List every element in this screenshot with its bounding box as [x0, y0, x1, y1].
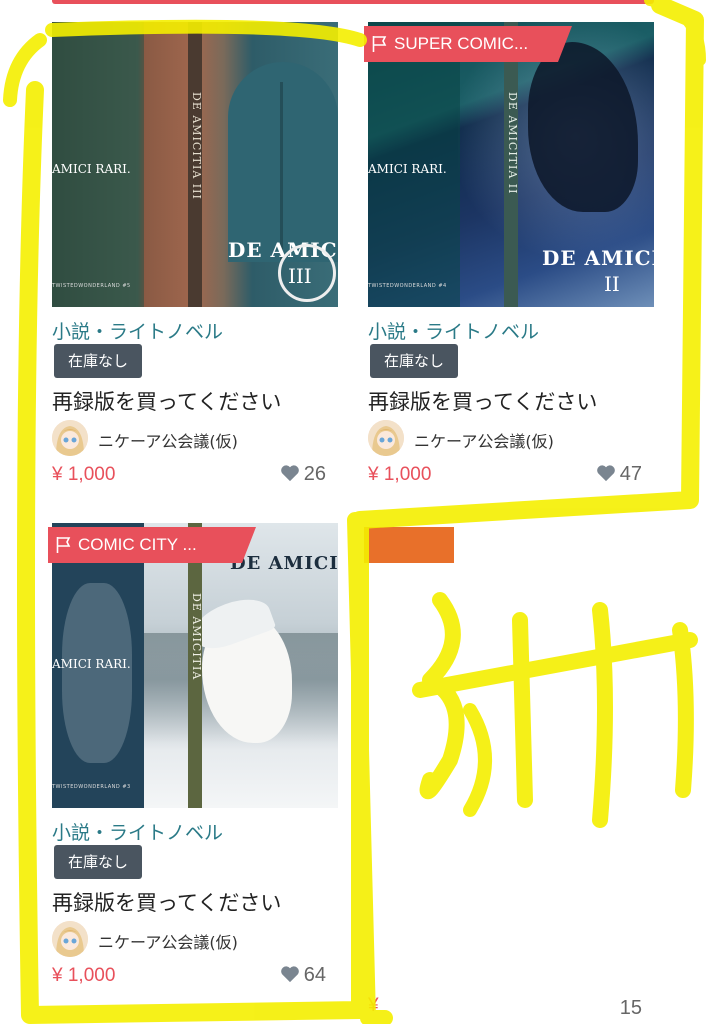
heart-icon [596, 465, 615, 482]
cover-spine-text: DE AMICITIA [190, 593, 203, 681]
heart-icon [280, 465, 299, 482]
avatar [52, 420, 88, 456]
product-thumbnail[interactable] [368, 523, 654, 808]
event-tag-label: SUPER COMIC... [394, 34, 529, 53]
seller-name: ニケーア公会議(仮) [414, 432, 554, 451]
like-count[interactable]: 15 [620, 997, 642, 1020]
product-card[interactable]: DE AMICITIA III AMICI RARI. TWISTEDWONDE… [52, 22, 338, 492]
like-count-value: 47 [619, 463, 642, 485]
cover-volume: II [604, 272, 620, 296]
event-tag-label: COMIC CITY ... [78, 535, 197, 554]
category-link[interactable]: 小説・ライトノベル [368, 317, 539, 344]
product-card[interactable]: ¥ 15 [364, 523, 654, 1023]
price: ¥ [368, 995, 379, 1016]
previous-row-edge [52, 0, 654, 4]
like-count[interactable]: 26 [280, 463, 326, 486]
product-name[interactable]: 再録版を買ってください [52, 386, 281, 416]
seller-info[interactable]: ニケーア公会議(仮) [52, 420, 338, 456]
price: ¥ 1,000 [52, 464, 116, 485]
like-count-value: 64 [303, 964, 326, 986]
cover-subtitle: AMICI RARI. [52, 162, 131, 176]
cover-subtitle: AMICI RARI. [52, 657, 131, 671]
seller-info[interactable]: ニケーア公会議(仮) [52, 921, 338, 957]
stock-badge: 在庫なし [370, 344, 459, 378]
price: ¥ 1,000 [52, 965, 116, 986]
event-tag: COMIC CITY ... [48, 527, 256, 563]
price: ¥ 1,000 [368, 464, 432, 485]
cover-spine-text: DE AMICITIA III [190, 92, 203, 200]
cover-series: TWISTEDWONDERLAND #4 [368, 283, 447, 289]
avatar [368, 420, 404, 456]
like-count[interactable]: 47 [596, 463, 642, 486]
product-card[interactable]: DE AMICITIA AMICI RARI. TWISTEDWONDERLAN… [52, 523, 338, 993]
product-name[interactable]: 再録版を買ってください [368, 386, 597, 416]
cover-subtitle: AMICI RARI. [368, 162, 447, 176]
like-count-value: 15 [619, 997, 642, 1019]
stock-badge: 在庫なし [54, 344, 143, 378]
event-tag: SUPER COMIC... [364, 26, 572, 62]
product-card[interactable]: DE AMICITIA II AMICI RARI. TWISTEDWONDER… [368, 22, 654, 492]
cover-series: TWISTEDWONDERLAND #5 [52, 283, 131, 289]
cover-series: TWISTEDWONDERLAND #3 [52, 784, 131, 790]
flag-icon [372, 35, 387, 53]
seller-name: ニケーア公会議(仮) [98, 933, 238, 952]
stock-badge: 在庫なし [54, 845, 143, 879]
flag-icon [56, 536, 71, 554]
like-count-value: 26 [303, 463, 326, 485]
cover-spine-text: DE AMICITIA II [506, 92, 519, 195]
heart-icon [280, 966, 299, 983]
cover-title: DE AMICI [230, 553, 338, 574]
event-tag [364, 527, 454, 563]
product-thumbnail[interactable]: DE AMICITIA II AMICI RARI. TWISTEDWONDER… [368, 22, 654, 307]
seller-name: ニケーア公会議(仮) [98, 432, 238, 451]
avatar [52, 921, 88, 957]
category-link[interactable]: 小説・ライトノベル [52, 317, 223, 344]
product-thumbnail[interactable]: DE AMICITIA AMICI RARI. TWISTEDWONDERLAN… [52, 523, 338, 808]
product-thumbnail[interactable]: DE AMICITIA III AMICI RARI. TWISTEDWONDE… [52, 22, 338, 307]
category-link[interactable]: 小説・ライトノベル [52, 818, 223, 845]
seller-info[interactable]: ニケーア公会議(仮) [368, 420, 654, 456]
like-count[interactable]: 64 [280, 964, 326, 987]
product-name[interactable]: 再録版を買ってください [52, 887, 281, 917]
cover-title: DE AMICI [542, 246, 654, 270]
